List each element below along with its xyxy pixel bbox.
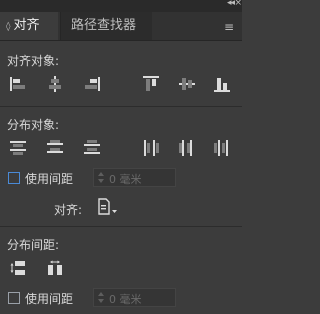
distribute-vertical-center-icon[interactable] [46,139,64,157]
use-spacing-checkbox[interactable] [8,172,20,184]
align-right-icon[interactable] [83,75,101,93]
distribute-right-icon[interactable] [213,139,231,157]
close-panel-icon[interactable]: × [234,0,242,8]
distribute-spacing-value: 0 毫米 [109,173,142,186]
tab-pathfinder-label: 路径查找器 [71,18,137,33]
use-spacing-label-2: 使用间距 [25,292,74,306]
tab-align-label: 对齐 [13,18,40,33]
panel-title-bar: ◂◂ × [0,0,242,12]
collapse-panel-icon[interactable]: ◂◂ [227,0,235,8]
tab-pathfinder[interactable]: 路径查找器 [60,12,152,40]
distribute-left-icon[interactable] [142,139,160,157]
distribute-space-input[interactable]: 0 毫米 [93,288,176,307]
align-left-icon[interactable] [9,75,27,93]
tab-options-arrow-icon[interactable]: ◊ [6,22,10,32]
align-to-selection-icon[interactable] [96,198,120,216]
tab-align[interactable]: ◊ 对齐 [0,12,58,40]
align-bottom-icon[interactable] [213,75,231,93]
align-objects-title: 对齐对象: [7,54,60,68]
distribute-space-value: 0 毫米 [109,293,142,306]
use-spacing-checkbox-2[interactable] [8,292,20,304]
distribute-objects-title: 分布对象: [7,118,60,132]
distribute-spacing-title: 分布间距: [7,238,60,252]
align-horizontal-center-icon[interactable] [46,75,64,93]
section-divider [0,226,242,227]
spinner-arrows-icon[interactable] [98,171,104,184]
align-top-icon[interactable] [142,75,160,93]
use-spacing-label: 使用间距 [25,172,74,186]
distribute-horizontal-center-icon[interactable] [178,139,196,157]
tab-bar: ◊ 对齐 路径查找器 ≡ [0,12,242,41]
spinner-arrows-icon[interactable] [98,291,104,304]
panel-menu-icon[interactable]: ≡ [224,20,234,34]
vertical-distribute-space-icon[interactable] [9,259,27,277]
align-to-label: 对齐: [54,203,83,217]
distribute-bottom-icon[interactable] [83,139,101,157]
distribute-spacing-input[interactable]: 0 毫米 [93,168,176,187]
distribute-top-icon[interactable] [9,139,27,157]
section-divider [0,106,242,107]
align-vertical-center-icon[interactable] [178,75,196,93]
horizontal-distribute-space-icon[interactable] [46,259,64,277]
